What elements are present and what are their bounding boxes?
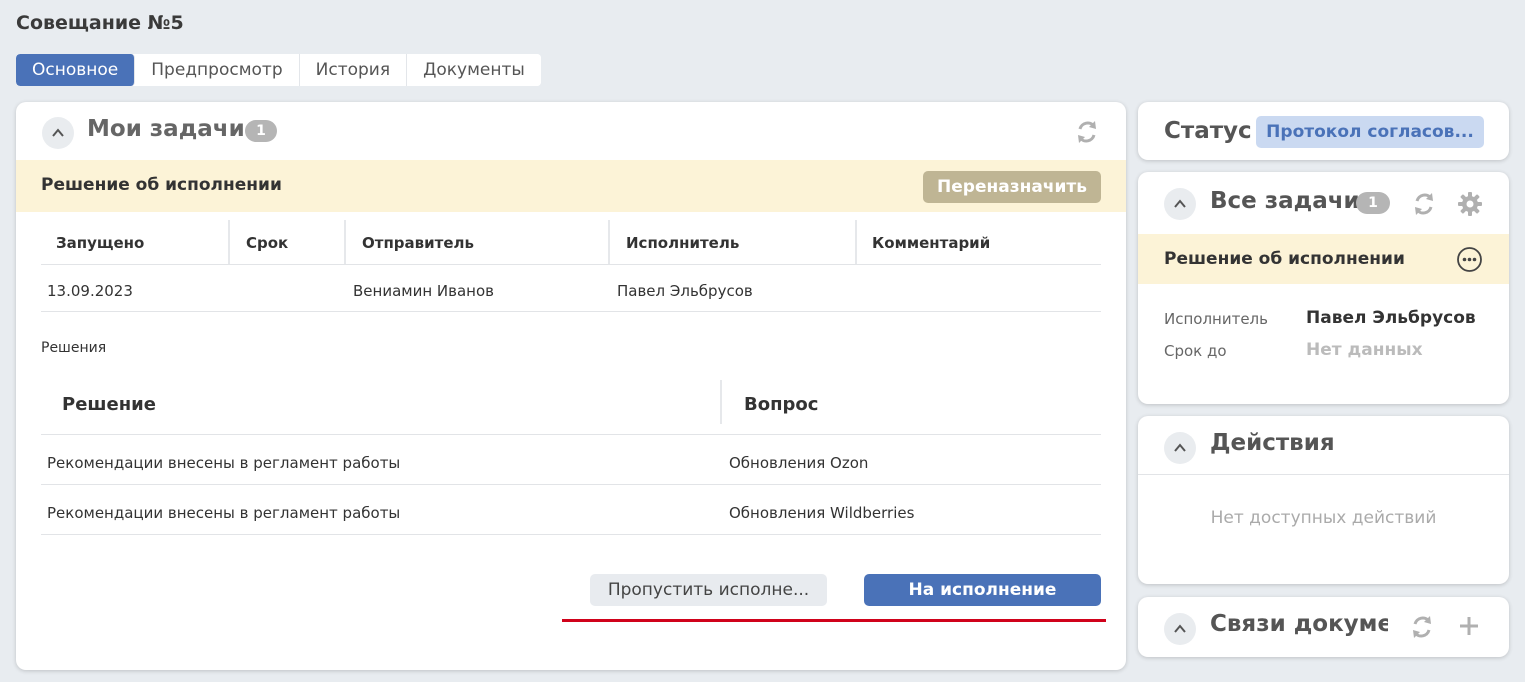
all-tasks-task-title: Решение об исполнении	[1164, 249, 1405, 269]
column-divider	[608, 220, 610, 264]
card-divider	[1138, 474, 1509, 475]
deadline-value: Нет данных	[1306, 340, 1423, 360]
document-links-title: Связи докумен	[1210, 611, 1388, 637]
tab-documents[interactable]: Документы	[407, 54, 541, 86]
column-header-started[interactable]: Запущено	[56, 234, 144, 252]
column-divider	[344, 220, 346, 264]
skip-execution-button[interactable]: Пропустить исполне...	[590, 574, 827, 606]
tab-main[interactable]: Основное	[16, 54, 136, 86]
cell-decision: Рекомендации внесены в регламент работы	[47, 454, 401, 472]
collapse-actions-button[interactable]	[1164, 432, 1196, 464]
chevron-up-icon	[1174, 199, 1186, 208]
actions-card: Действия Нет доступных действий	[1138, 416, 1509, 584]
executor-label: Исполнитель	[1164, 310, 1268, 328]
my-tasks-title: Мои задачи	[87, 116, 245, 142]
actions-title: Действия	[1210, 430, 1335, 456]
reassign-button[interactable]: Переназначить	[923, 171, 1101, 203]
refresh-all-tasks-button[interactable]	[1410, 190, 1438, 218]
cell-executor: Павел Эльбрусов	[617, 282, 753, 300]
refresh-icon	[1413, 616, 1431, 638]
all-tasks-banner[interactable]: Решение об исполнении	[1138, 234, 1509, 284]
more-icon	[1457, 247, 1482, 272]
chevron-up-icon	[1174, 624, 1186, 633]
refresh-my-tasks-button[interactable]	[1073, 118, 1101, 146]
table-divider	[41, 434, 1101, 435]
column-header-comment[interactable]: Комментарий	[872, 234, 990, 252]
settings-button[interactable]	[1456, 190, 1484, 218]
refresh-icon	[1078, 121, 1096, 143]
page-title: Совещание №5	[16, 12, 184, 34]
column-header-deadline[interactable]: Срок	[246, 234, 288, 252]
no-actions-text: Нет доступных действий	[1210, 508, 1437, 528]
all-tasks-card: Все задачи 1 Решение об исполнении Испол…	[1138, 172, 1509, 404]
column-header-executor[interactable]: Исполнитель	[626, 234, 739, 252]
deadline-label: Срок до	[1164, 342, 1227, 360]
send-to-execution-button[interactable]: На исполнение	[864, 574, 1101, 606]
my-tasks-card: Мои задачи 1 Решение об исполнении Перен…	[16, 102, 1126, 670]
collapse-all-tasks-button[interactable]	[1164, 188, 1196, 220]
cell-started: 13.09.2023	[47, 282, 133, 300]
column-header-sender[interactable]: Отправитель	[362, 234, 474, 252]
refresh-links-button[interactable]	[1408, 613, 1436, 641]
cell-sender: Вениамин Иванов	[353, 282, 494, 300]
column-divider	[720, 380, 722, 424]
column-header-decision[interactable]: Решение	[62, 394, 156, 415]
task-banner: Решение об исполнении Переназначить	[16, 160, 1126, 212]
my-tasks-count-badge: 1	[245, 120, 277, 142]
cell-question: Обновления Wildberries	[729, 504, 915, 522]
decisions-label: Решения	[41, 340, 107, 356]
table-divider	[41, 484, 1101, 485]
cell-decision: Рекомендации внесены в регламент работы	[47, 504, 401, 522]
plus-icon	[1460, 617, 1478, 635]
executor-value: Павел Эльбрусов	[1306, 308, 1476, 328]
highlight-underline	[562, 619, 1106, 622]
tab-preview[interactable]: Предпросмотр	[135, 54, 300, 86]
tab-history[interactable]: История	[299, 54, 408, 86]
column-header-question[interactable]: Вопрос	[744, 394, 818, 415]
status-card: Статус Протокол согласов...	[1138, 102, 1509, 160]
task-title: Решение об исполнении	[41, 175, 282, 195]
gear-icon	[1458, 192, 1482, 216]
cell-question: Обновления Ozon	[729, 454, 869, 472]
document-links-card: Связи докумен	[1138, 597, 1509, 657]
collapse-my-tasks-button[interactable]	[42, 117, 74, 149]
table-divider	[41, 534, 1101, 535]
refresh-icon	[1415, 193, 1433, 215]
chevron-up-icon	[1174, 443, 1186, 452]
table-divider	[41, 311, 1101, 312]
collapse-links-button[interactable]	[1164, 613, 1196, 645]
status-badge[interactable]: Протокол согласов...	[1256, 116, 1484, 148]
chevron-up-icon	[52, 128, 64, 137]
column-divider	[855, 220, 857, 264]
more-options-button[interactable]	[1456, 246, 1483, 273]
column-divider	[228, 220, 230, 264]
all-tasks-title: Все задачи	[1210, 188, 1360, 214]
status-label: Статус	[1164, 118, 1252, 144]
tab-bar: Основное Предпросмотр История Документы	[16, 54, 541, 86]
add-link-button[interactable]	[1458, 615, 1480, 637]
all-tasks-count-badge: 1	[1356, 192, 1390, 214]
table-divider	[41, 264, 1101, 265]
